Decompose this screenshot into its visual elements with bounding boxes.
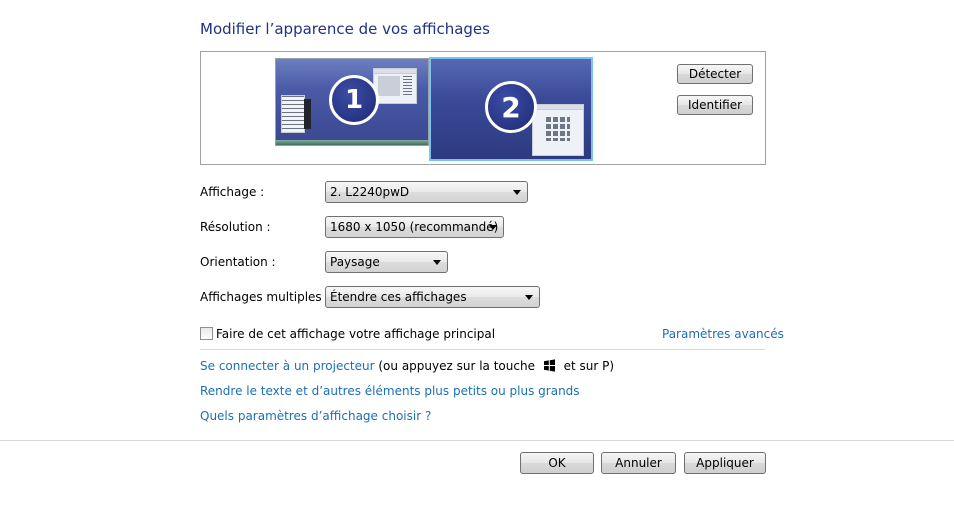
mini-tower-icon: [304, 99, 311, 129]
chevron-down-icon: [525, 295, 533, 300]
monitor-2-selected[interactable]: 2: [429, 57, 593, 161]
which-settings-link[interactable]: Quels paramètres d’affichage choisir ?: [200, 409, 431, 423]
detect-button[interactable]: Détecter: [677, 64, 753, 84]
display-select[interactable]: 2. L2240pwD: [325, 181, 528, 203]
divider: [200, 349, 765, 350]
connect-projector-link[interactable]: Se connecter à un projecteur: [200, 359, 375, 373]
resolution-select[interactable]: 1680 x 1050 (recommandé): [325, 216, 504, 238]
monitor-2-number: 2: [485, 81, 537, 133]
resolution-label: Résolution :: [200, 220, 271, 234]
monitor-1[interactable]: 1: [275, 58, 429, 146]
chevron-down-icon: [489, 225, 497, 230]
multiple-displays-select[interactable]: Étendre ces affichages: [325, 286, 540, 308]
primary-display-label[interactable]: Faire de cet affichage votre affichage p…: [216, 327, 495, 341]
mini-window-icon: [373, 68, 417, 104]
orientation-select[interactable]: Paysage: [325, 251, 448, 273]
monitor-1-number: 1: [329, 75, 379, 125]
chevron-down-icon: [513, 190, 521, 195]
resolution-select-value: 1680 x 1050 (recommandé): [330, 220, 499, 234]
orientation-select-value: Paysage: [330, 255, 380, 269]
multiple-displays-label: Affichages multiples :: [200, 290, 330, 304]
apply-button[interactable]: Appliquer: [684, 452, 766, 474]
projector-hint-before: (ou appuyez sur la touche: [378, 359, 535, 373]
orientation-label: Orientation :: [200, 255, 276, 269]
chevron-down-icon: [433, 260, 441, 265]
identify-button[interactable]: Identifier: [677, 95, 753, 115]
page-title: Modifier l’apparence de vos affichages: [200, 20, 490, 38]
text-size-link[interactable]: Rendre le texte et d’autres éléments plu…: [200, 384, 580, 398]
calculator-window-icon: [532, 104, 584, 156]
advanced-settings-link[interactable]: Paramètres avancés: [662, 327, 784, 341]
keypad-grid-icon: [546, 117, 570, 141]
projector-row: Se connecter à un projecteur (ou appuyez…: [200, 359, 614, 373]
projector-hint-after: et sur P): [563, 359, 615, 373]
display-label: Affichage :: [200, 185, 265, 199]
mini-window-icon: [281, 95, 305, 133]
windows-key-icon: [543, 359, 555, 372]
display-select-value: 2. L2240pwD: [330, 185, 410, 199]
primary-display-checkbox[interactable]: [200, 327, 213, 340]
footer-divider: [0, 440, 954, 441]
mini-taskbar: [276, 140, 428, 145]
multiple-displays-select-value: Étendre ces affichages: [330, 290, 467, 304]
cancel-button[interactable]: Annuler: [601, 452, 676, 474]
display-arrangement-panel: 1 2 Détecter Identifier: [200, 51, 766, 165]
ok-button[interactable]: OK: [520, 452, 594, 474]
